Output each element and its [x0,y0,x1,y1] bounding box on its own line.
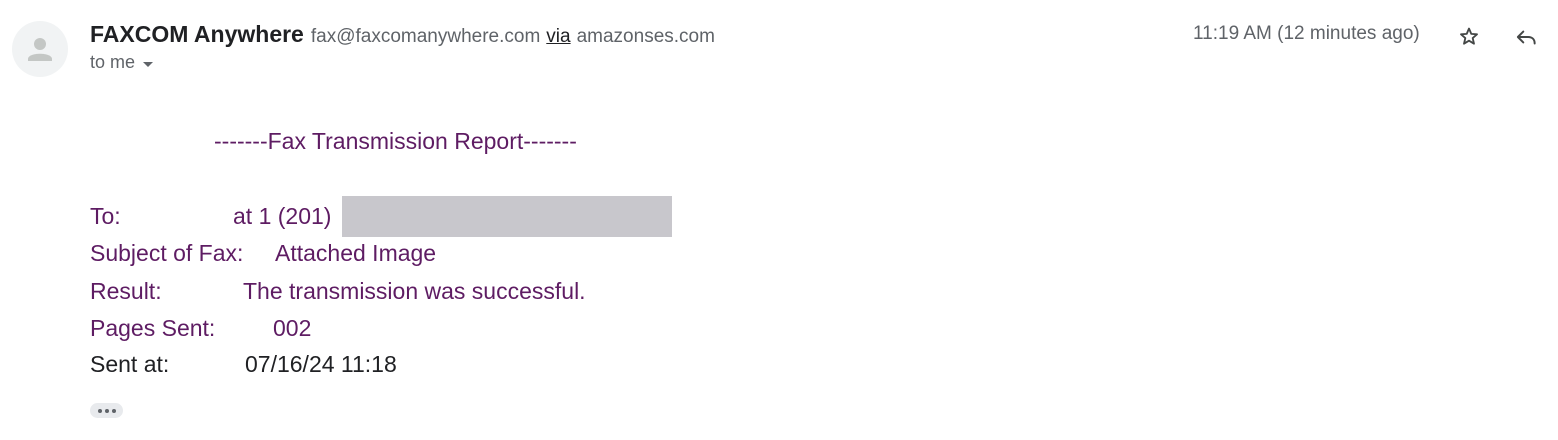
reply-icon [1516,30,1536,45]
show-trimmed-content-button[interactable] [90,403,123,418]
result-value: The transmission was successful. [243,278,586,304]
reply-button[interactable] [1512,24,1540,50]
more-dot [111,408,116,413]
sent-label: Sent at: [90,351,170,377]
subject-value: Attached Image [275,240,437,266]
to-label: To: [90,203,121,229]
report-title: -------Fax Transmission Report------- [214,128,577,154]
sender-line: FAXCOM Anywhere fax@faxcomanywhere.com v… [90,21,715,49]
person-icon [28,38,52,61]
more-dot [104,408,109,413]
via-link[interactable]: via [546,26,570,48]
email-timestamp: 11:19 AM (12 minutes ago) [1193,23,1420,44]
result-label: Result: [90,278,162,304]
recipient-details-toggle[interactable]: to me [90,52,154,73]
star-icon [1460,27,1478,45]
sender-avatar [12,21,68,77]
star-button[interactable] [1456,24,1482,50]
pages-value: 002 [273,315,312,341]
recipient-label: to me [90,52,136,72]
sent-value: 07/16/24 11:18 [245,351,397,377]
sender-name[interactable]: FAXCOM Anywhere [90,21,304,48]
subject-label: Subject of Fax: [90,240,244,266]
to-value: at 1 (201) [233,203,332,229]
pages-label: Pages Sent: [90,315,216,341]
redaction-block [342,196,672,237]
sender-email: fax@faxcomanywhere.com [310,26,541,47]
caret-down-icon [143,61,154,67]
more-horizontal-icon [97,408,102,413]
via-domain: amazonses.com [576,26,715,47]
